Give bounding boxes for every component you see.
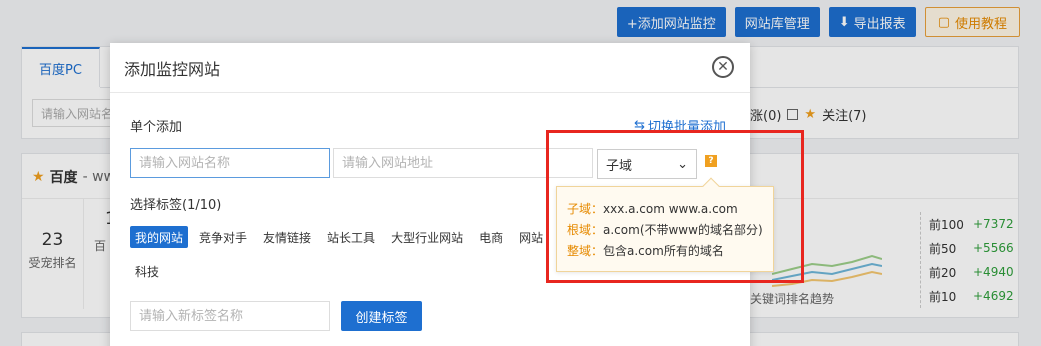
switch-icon: ⇆ [634,118,645,133]
tooltip-subdomain: 子域： xxx.a.com www.a.com [567,198,763,219]
switch-batch-label: 切换批量添加 [647,120,726,135]
domain-help-tooltip: 子域： xxx.a.com www.a.com 根域： a.com(不带www的… [556,177,774,272]
tag-ecommerce[interactable]: 电商 [474,226,508,248]
modal-title: 添加监控网站 [124,59,221,79]
tooltip-value: a.com(不带www的域名部分) [603,223,763,237]
tag-list: 我的网站 竞争对手 友情链接 站长工具 大型行业网站 电商 网站 科技 [130,226,560,282]
modal-header: 添加监控网站 ✕ [110,43,750,93]
tag-competitor[interactable]: 竞争对手 [194,226,252,248]
site-name-input[interactable] [130,148,330,178]
site-url-input[interactable] [333,148,593,178]
tag-webmaster-tools[interactable]: 站长工具 [322,226,380,248]
close-icon[interactable]: ✕ [712,56,734,78]
tooltip-key: 根域： [567,223,604,237]
create-tag-button[interactable]: 创建标签 [341,301,422,331]
tag-my-site[interactable]: 我的网站 [130,226,189,248]
tooltip-value: xxx.a.com www.a.com [603,201,738,216]
tag-tech[interactable]: 科技 [130,260,164,282]
select-tags-label: 选择标签(1/10) [130,198,222,213]
help-icon[interactable]: ? [705,155,717,167]
new-tag-input[interactable] [130,301,330,331]
tooltip-root: 根域： a.com(不带www的域名部分) [567,219,763,240]
tooltip-value: 包含a.com所有的域名 [603,244,724,258]
tag-industry-site[interactable]: 大型行业网站 [386,226,468,248]
switch-batch-link[interactable]: ⇆ 切换批量添加 [634,116,726,135]
chevron-down-icon: ⌄ [677,156,688,172]
single-add-label: 单个添加 [130,120,183,135]
tooltip-key: 子域： [567,202,604,216]
tag-friend-link[interactable]: 友情链接 [258,226,316,248]
domain-type-select[interactable]: 子域 ⌄ [597,149,697,179]
tooltip-key: 整域： [567,244,604,258]
domain-type-value: 子域 [606,158,633,174]
tooltip-whole: 整域： 包含a.com所有的域名 [567,240,763,261]
tag-website[interactable]: 网站 [514,226,548,248]
